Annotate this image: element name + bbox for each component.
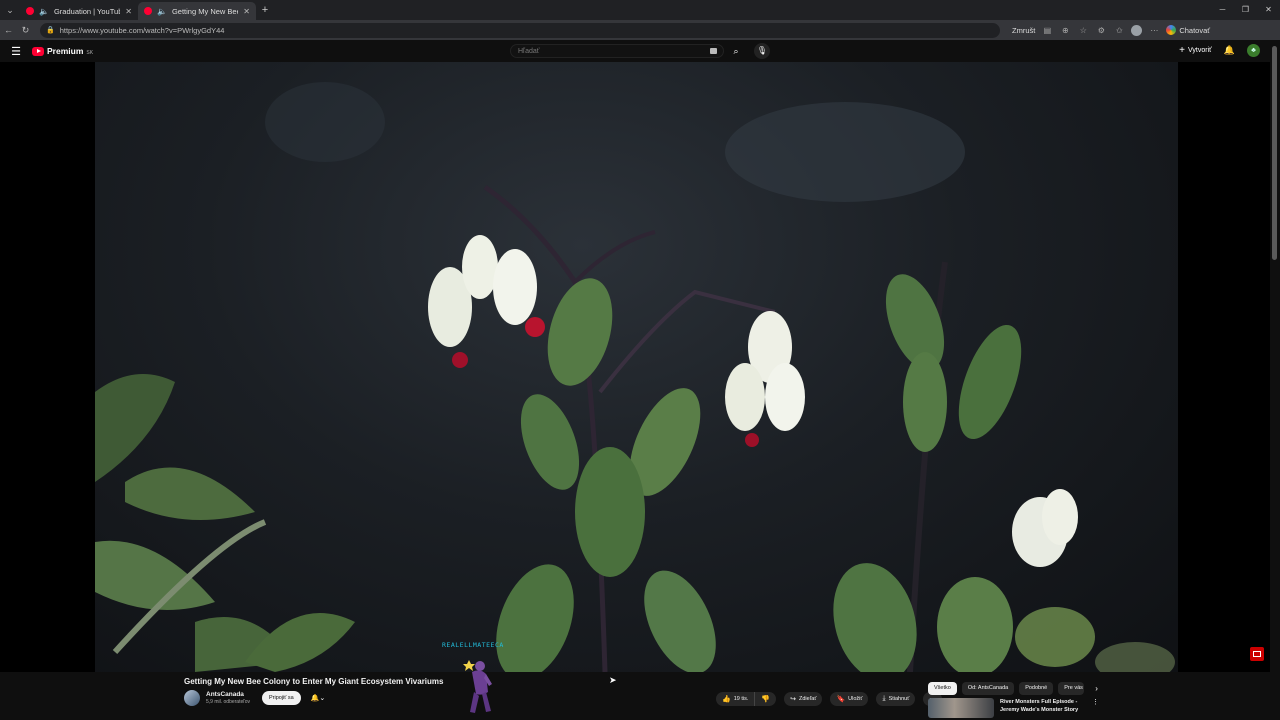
- save-label: Uložiť: [848, 696, 863, 702]
- minimize-icon[interactable]: ─: [1211, 0, 1234, 20]
- browser-tab-video[interactable]: 🔈 Getting My New Bee Colony ✕: [138, 2, 256, 20]
- youtube-favicon-icon: [144, 7, 152, 15]
- channel-avatar[interactable]: [184, 690, 200, 706]
- recommendation-title-line2: Jeremy Wade's Monster Story: [1000, 707, 1079, 713]
- share-icon: ↪: [790, 696, 796, 703]
- recommendation-item[interactable]: River Monsters Full Episode - Jeremy Wad…: [928, 698, 1099, 718]
- page-scrollbar[interactable]: [1272, 46, 1277, 260]
- speaker-icon[interactable]: 🔈: [39, 7, 49, 16]
- copilot-icon: [1166, 25, 1177, 35]
- browser-toolbar: ← ↻ 🔒 https://www.youtube.com/watch?v=PW…: [0, 20, 1280, 40]
- channel-row: AntsCanada 5,9 mil. odberateľov Pripojiť…: [184, 690, 325, 706]
- recommendation-chips: Všetko Od: AntsCanada Podobné Pre vás ›: [928, 682, 1098, 695]
- search-input[interactable]: Hľadať: [510, 44, 724, 58]
- zoom-icon[interactable]: ⊕: [1059, 26, 1071, 35]
- share-label: Zdieľať: [799, 696, 817, 702]
- download-button[interactable]: ⤓ Stiahnuť: [876, 692, 916, 706]
- search-icon[interactable]: ⌕: [728, 44, 744, 58]
- extensions-icon[interactable]: ⚙: [1095, 26, 1107, 35]
- thumbs-down-icon: 👎: [761, 696, 771, 703]
- zoom-label[interactable]: Zmrušt: [1012, 26, 1035, 35]
- channel-name[interactable]: AntsCanada: [206, 691, 250, 698]
- address-bar[interactable]: 🔒 https://www.youtube.com/watch?v=PWrlgy…: [40, 22, 1000, 38]
- miniplayer-icon[interactable]: [1250, 647, 1264, 661]
- browser-tab-music[interactable]: 🔈 Graduation | YouTube Music ✕: [20, 2, 138, 20]
- bookmark-icon: 🔖: [836, 696, 846, 703]
- like-button[interactable]: 👍 19 tis.: [716, 692, 756, 706]
- close-tab-icon[interactable]: ✕: [125, 7, 132, 16]
- profile-icon[interactable]: [1131, 24, 1143, 36]
- chip-for-you[interactable]: Pre vás: [1058, 682, 1085, 695]
- avatar[interactable]: ♣: [1247, 44, 1260, 57]
- speaker-icon[interactable]: 🔈: [157, 7, 167, 16]
- video-title: Getting My New Bee Colony to Enter My Gi…: [184, 677, 444, 686]
- chip-all[interactable]: Všetko: [928, 682, 957, 695]
- plus-icon: +: [1179, 45, 1186, 56]
- tab-title: Getting My New Bee Colony: [171, 6, 238, 16]
- recommendation-thumbnail[interactable]: [928, 698, 994, 718]
- like-dislike-group: 👍 19 tis. 👎: [716, 692, 777, 706]
- refresh-icon[interactable]: ↻: [17, 25, 34, 36]
- like-count: 19 tis.: [733, 696, 749, 702]
- search-placeholder: Hľadať: [518, 47, 540, 55]
- join-button[interactable]: Pripojiť sa: [261, 691, 301, 705]
- tab-title: Graduation | YouTube Music: [53, 6, 121, 16]
- toolbar-actions: Zmrušt ▤ ⊕ ☆ ⚙ ✩ ⋯ Chatovať: [1012, 24, 1210, 36]
- recommendation-title-line1: River Monsters Full Episode -: [1000, 699, 1078, 705]
- streamer-watermark: REALELLMATEECA: [442, 641, 504, 649]
- video-actions: 👍 19 tis. 👎 ↪ Zdieľať 🔖 Uložiť ⤓ Stiahnu…: [716, 692, 943, 706]
- thumbs-up-icon: 👍: [722, 696, 731, 703]
- favorites-icon[interactable]: ✩: [1113, 26, 1125, 35]
- menu-dots-icon[interactable]: ⋯: [1148, 26, 1160, 35]
- subscriber-count: 5,9 mil. odberateľov: [206, 699, 250, 705]
- microphone-icon[interactable]: 🎙: [754, 43, 770, 59]
- tab-list-chevron-icon[interactable]: ⌄: [0, 0, 20, 20]
- hamburger-menu-icon[interactable]: ☰: [0, 45, 32, 58]
- dislike-button[interactable]: 👎: [755, 692, 777, 706]
- reader-icon[interactable]: ▤: [1041, 26, 1053, 35]
- masthead-actions: + Vytvoriť 🔔 ♣: [1179, 44, 1260, 57]
- region-code: SK: [86, 50, 94, 56]
- window-controls: ─ ❐ ✕: [1211, 0, 1280, 20]
- back-icon[interactable]: ←: [0, 25, 17, 35]
- close-window-icon[interactable]: ✕: [1257, 0, 1280, 20]
- chip-related[interactable]: Podobné: [1019, 682, 1054, 695]
- create-label: Vytvoriť: [1188, 47, 1212, 54]
- create-button[interactable]: + Vytvoriť: [1179, 45, 1212, 56]
- url-text: https://www.youtube.com/watch?v=PWrlgyGd…: [59, 25, 225, 35]
- lock-icon[interactable]: 🔒: [46, 26, 55, 34]
- youtube-logo[interactable]: Premium SK: [32, 46, 93, 56]
- save-button[interactable]: 🔖 Uložiť: [830, 692, 869, 706]
- youtube-masthead: ☰ Premium SK Hľadať ⌕ 🎙 + Vytvoriť 🔔 ♣: [0, 40, 1280, 62]
- copilot-label: Chatovať: [1179, 25, 1211, 35]
- logo-text: Premium: [47, 46, 84, 56]
- video-scene-plants: [95, 82, 1175, 672]
- download-icon: ⤓: [882, 695, 886, 702]
- recommendation-menu-icon[interactable]: ⋮: [1092, 698, 1099, 718]
- chip-from-channel[interactable]: Od: AntsCanada: [961, 682, 1015, 695]
- restore-icon[interactable]: ❐: [1234, 0, 1257, 20]
- video-player[interactable]: [0, 62, 1270, 672]
- subscribe-bell-icon[interactable]: 🔔⌄: [311, 694, 326, 702]
- video-frame[interactable]: [95, 62, 1178, 672]
- share-button[interactable]: ↪ Zdieľať: [784, 692, 823, 706]
- browser-tabstrip: ⌄ 🔈 Graduation | YouTube Music ✕ 🔈 Getti…: [0, 0, 1280, 20]
- download-label: Stiahnuť: [888, 696, 910, 702]
- favorite-star-icon[interactable]: ☆: [1077, 26, 1089, 35]
- new-tab-icon[interactable]: +: [256, 4, 274, 16]
- youtube-music-favicon-icon: [26, 7, 34, 15]
- keyboard-icon[interactable]: [710, 48, 717, 54]
- copilot-button[interactable]: Chatovať: [1166, 25, 1210, 35]
- streamer-avatar-character: [463, 660, 492, 713]
- mouse-cursor-icon: ➤: [609, 675, 617, 685]
- chips-next-chevron-icon[interactable]: ›: [1095, 684, 1098, 693]
- youtube-play-icon: [32, 46, 44, 56]
- close-tab-icon[interactable]: ✕: [243, 7, 250, 16]
- notifications-bell-icon[interactable]: 🔔: [1224, 45, 1235, 56]
